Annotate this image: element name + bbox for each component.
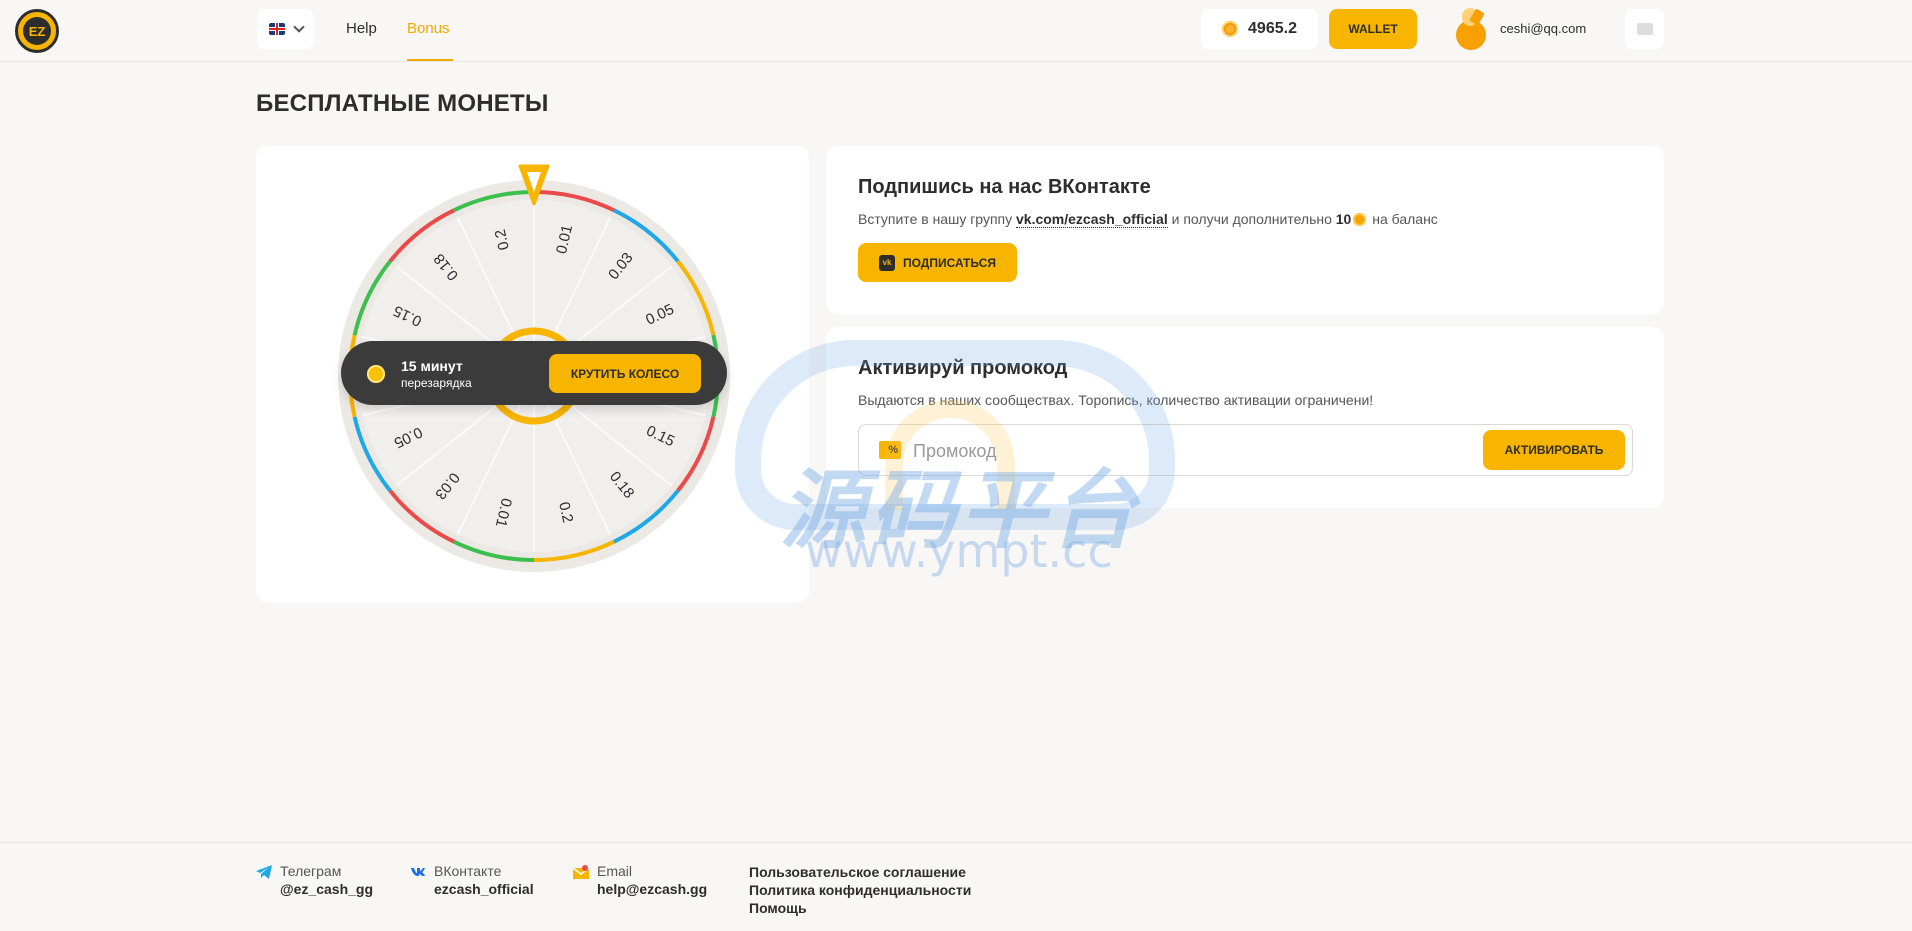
wallet-button[interactable]: WALLET	[1329, 9, 1417, 49]
subscribe-label: ПОДПИСАТЬСЯ	[903, 255, 996, 270]
nav-help-link[interactable]: Help	[346, 20, 377, 37]
telegram-icon	[256, 865, 272, 879]
coin-icon	[1353, 213, 1367, 226]
user-email[interactable]: ceshi@qq.com	[1500, 21, 1586, 36]
language-selector[interactable]	[257, 9, 314, 49]
footer-links: Пользовательское соглашение Политика кон…	[749, 863, 971, 917]
vk-bonus-amount: 10	[1335, 211, 1352, 227]
spin-wheel-button[interactable]: КРУТИТЬ КОЛЕСО	[549, 354, 701, 393]
footer-telegram-label: Телеграм	[280, 863, 342, 879]
footer-link-terms[interactable]: Пользовательское соглашение	[749, 863, 971, 881]
footer: Телеграм @ez_cash_gg ВКонтакте ezcash_of…	[0, 842, 1912, 931]
footer-link-help[interactable]: Помощь	[749, 899, 971, 917]
vk-group-link[interactable]: vk.com/ezcash_official	[1016, 211, 1168, 228]
wheel-card: 0.010.030.050.10.150.180.20.010.030.050.…	[256, 146, 809, 602]
vk-text-before: Вступите в нашу группу	[858, 211, 1016, 227]
cooldown-time: 15 минут	[401, 358, 463, 374]
footer-email-value: help@ezcash.gg	[597, 881, 708, 897]
subscribe-button[interactable]: vk ПОДПИСАТЬСЯ	[858, 243, 1017, 282]
footer-vk-label: ВКонтакте	[434, 863, 502, 879]
footer-vk-value: ezcash_official	[434, 881, 534, 897]
logout-button[interactable]	[1625, 9, 1664, 49]
top-header: EZ Help Bonus 4965.2 WALLET ceshi@qq.com	[0, 0, 1912, 62]
footer-telegram-value: @ez_cash_gg	[280, 881, 374, 897]
logout-icon	[1636, 23, 1653, 35]
logo-mark: EZ	[23, 17, 51, 45]
avatar[interactable]	[1450, 6, 1490, 50]
active-nav-indicator	[407, 59, 453, 61]
vk-text-middle: и получи дополнительно	[1167, 211, 1336, 227]
cooldown-bar: 15 минут перезарядка КРУТИТЬ КОЛЕСО	[341, 341, 727, 405]
vk-icon	[411, 868, 425, 876]
vk-card-text: Вступите в нашу группу vk.com/ezcash_off…	[858, 211, 1438, 228]
promo-field: % АКТИВИРОВАТЬ	[858, 424, 1633, 476]
promo-card-text: Выдаются в наших сообществах. Торопись, …	[858, 392, 1374, 408]
balance-amount: 4965.2	[1248, 20, 1297, 37]
promo-code-card: Активируй промокод Выдаются в наших сооб…	[826, 327, 1664, 508]
vk-subscribe-card: Подпишись на нас ВКонтакте Вступите в на…	[826, 146, 1664, 314]
footer-link-privacy[interactable]: Политика конфиденциальности	[749, 881, 971, 899]
vk-card-title: Подпишись на нас ВКонтакте	[858, 176, 1151, 198]
coin-icon	[1222, 21, 1239, 37]
email-icon	[573, 865, 589, 879]
page-title: БЕСПЛАТНЫЕ МОНЕТЫ	[256, 90, 549, 117]
footer-email-label: Email	[597, 863, 633, 879]
vk-text-after: на баланс	[1368, 211, 1438, 227]
nav-bonus-link[interactable]: Bonus	[407, 20, 450, 37]
promo-card-title: Активируй промокод	[858, 357, 1068, 379]
promo-code-input[interactable]	[913, 435, 1413, 467]
logo[interactable]: EZ	[15, 9, 59, 53]
balance-display: 4965.2	[1201, 9, 1318, 49]
activate-button[interactable]: АКТИВИРОВАТЬ	[1483, 430, 1625, 470]
vk-icon: vk	[879, 254, 895, 271]
coin-icon	[367, 365, 385, 383]
ticket-icon: %	[879, 441, 901, 459]
chevron-down-icon	[292, 21, 305, 33]
uk-flag-icon	[268, 23, 285, 35]
cooldown-label: перезарядка	[401, 376, 472, 390]
watermark-url: www.ympt.cc	[805, 524, 1113, 578]
